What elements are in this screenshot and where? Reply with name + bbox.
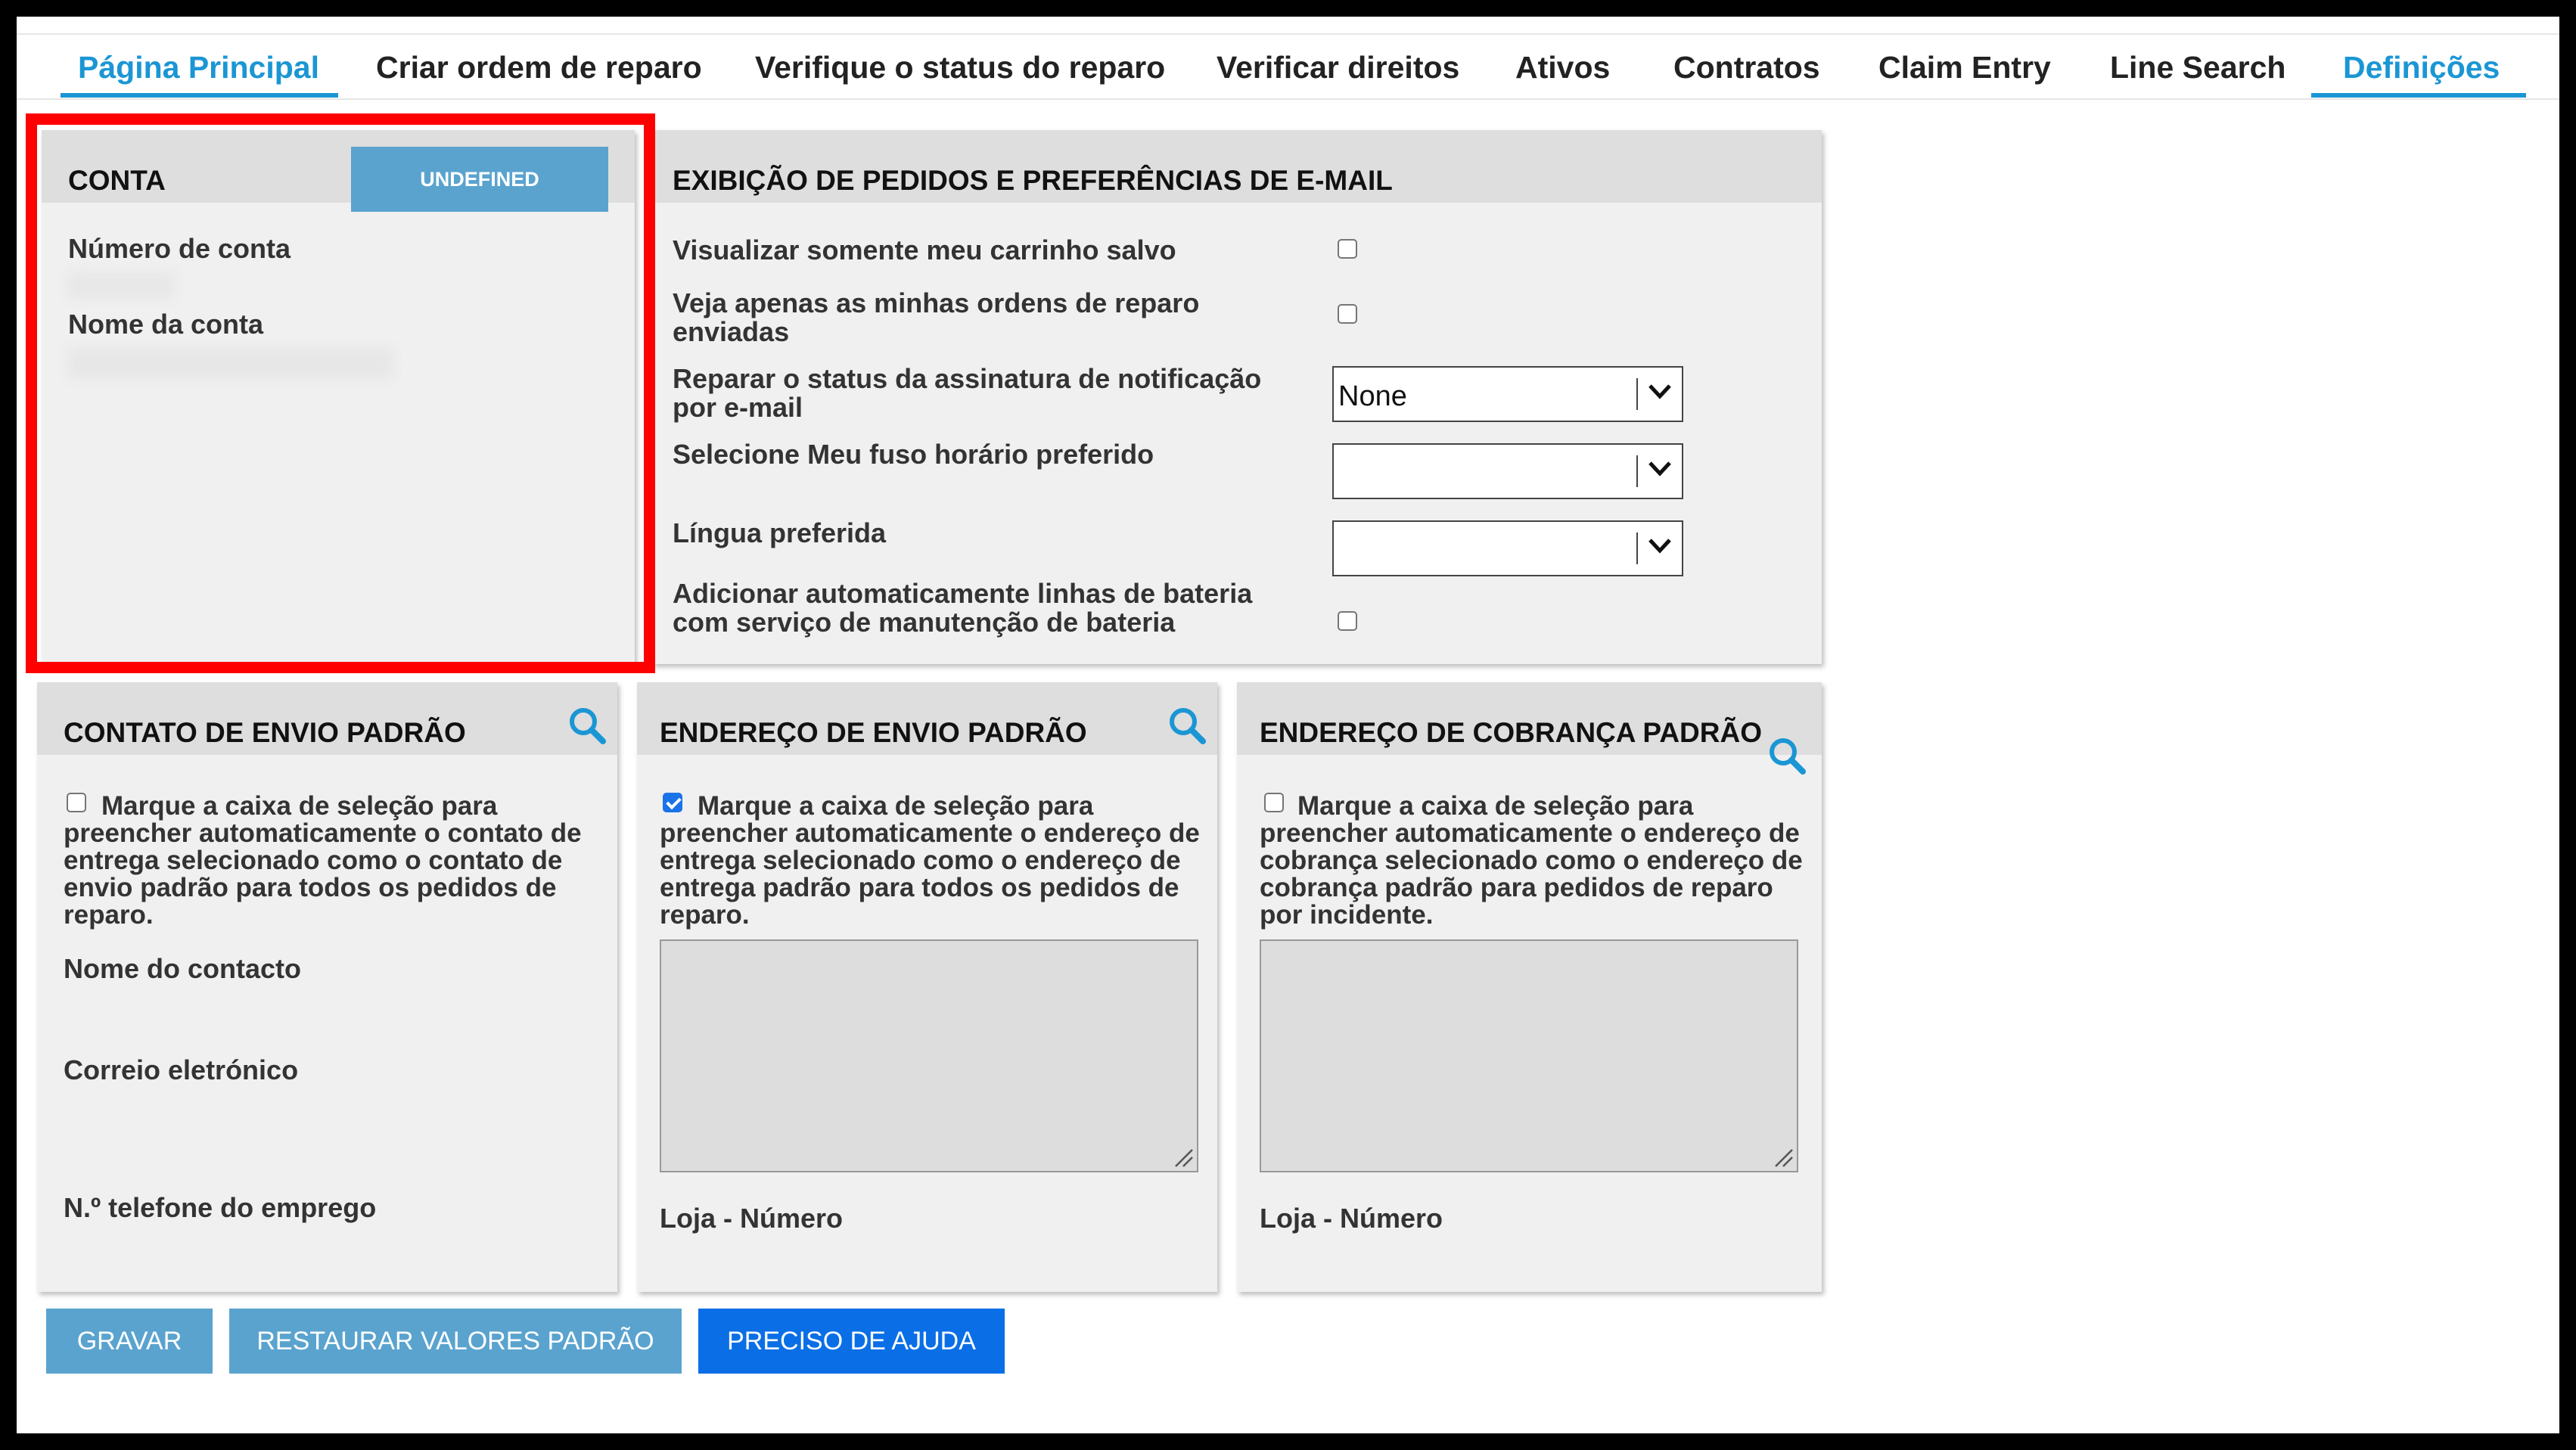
battery-lines-label: Adicionar automaticamente linhas de bate… — [673, 578, 1253, 638]
tab-verificar-direitos[interactable]: Verificar direitos — [1217, 50, 1459, 85]
save-button[interactable]: GRAVAR — [46, 1309, 213, 1374]
email-status-label: Reparar o status da assinatura de notifi… — [673, 363, 1262, 423]
tab-claim-entry[interactable]: Claim Entry — [1878, 50, 2051, 85]
tab-criar-ordem-de-reparo[interactable]: Criar ordem de reparo — [376, 50, 702, 85]
account-name-label: Nome da conta — [68, 309, 264, 340]
saved-cart-label: Visualizar somente meu carrinho salvo — [673, 234, 1176, 265]
contact-email-label: Correio eletrónico — [64, 1054, 299, 1085]
need-help-button[interactable]: PRECISO DE AJUDA — [698, 1309, 1005, 1374]
timezone-label: Selecione Meu fuso horário preferido — [673, 439, 1154, 470]
saved-cart-checkbox[interactable] — [1338, 239, 1357, 259]
tab-pagina-principal[interactable]: Página Principal — [78, 50, 319, 85]
shipping-contact-checkbox-text: Marque a caixa de seleção para preencher… — [64, 791, 582, 930]
my-orders-checkbox[interactable] — [1338, 304, 1357, 324]
select-separator — [1636, 378, 1638, 410]
account-panel-title: CONTA — [68, 165, 166, 196]
shipping-address-panel: ENDEREÇO DE ENVIO PADRÃO Marque a caixa … — [637, 682, 1217, 1292]
billing-store-number-label: Loja - Número — [1260, 1203, 1443, 1234]
top-navigation: Página Principal Criar ordem de reparo V… — [17, 17, 2559, 100]
billing-address-textarea[interactable] — [1260, 939, 1798, 1172]
tab-active-underline-home — [61, 93, 338, 98]
nav-top-divider — [17, 33, 2559, 35]
contact-name-label: Nome do contacto — [64, 953, 302, 984]
chevron-down-icon — [1648, 384, 1671, 399]
language-label: Língua preferida — [673, 517, 887, 548]
select-separator — [1636, 455, 1638, 487]
chevron-down-icon — [1648, 461, 1671, 477]
resize-grip-icon[interactable] — [1771, 1145, 1794, 1168]
nav-bottom-divider — [17, 98, 2559, 100]
billing-address-panel-title: ENDEREÇO DE COBRANÇA PADRÃO — [1260, 717, 1762, 748]
app-frame: Página Principal Criar ordem de reparo V… — [17, 17, 2559, 1433]
account-name-value-redacted — [68, 348, 393, 378]
shipping-contact-panel: CONTATO DE ENVIO PADRÃO Marque a caixa d… — [37, 682, 617, 1292]
billing-address-checkbox-text: Marque a caixa de seleção para preencher… — [1260, 791, 1803, 930]
contact-phone-label: N.º telefone do emprego — [64, 1192, 377, 1223]
preferences-panel-title: EXIBIÇÃO DE PEDIDOS E PREFERÊNCIAS DE E-… — [673, 165, 1393, 196]
restore-defaults-button[interactable]: RESTAURAR VALORES PADRÃO — [229, 1309, 682, 1374]
tab-line-search[interactable]: Line Search — [2110, 50, 2285, 85]
search-icon[interactable] — [1767, 735, 1807, 776]
tab-active-underline-settings — [2311, 93, 2526, 98]
shipping-address-checkbox-text: Marque a caixa de seleção para preencher… — [660, 791, 1200, 930]
billing-address-panel: ENDEREÇO DE COBRANÇA PADRÃO Marque a cai… — [1237, 682, 1822, 1292]
tab-definicoes[interactable]: Definições — [2343, 50, 2500, 85]
battery-lines-checkbox[interactable] — [1338, 611, 1357, 631]
tab-ativos[interactable]: Ativos — [1515, 50, 1610, 85]
email-status-select[interactable]: None — [1332, 366, 1683, 422]
email-status-select-value: None — [1338, 380, 1407, 412]
shipping-store-number-label: Loja - Número — [660, 1203, 844, 1234]
account-undefined-button[interactable]: UNDEFINED — [351, 147, 608, 212]
preferences-panel: EXIBIÇÃO DE PEDIDOS E PREFERÊNCIAS DE E-… — [652, 130, 1822, 664]
timezone-select[interactable] — [1332, 443, 1683, 499]
search-icon[interactable] — [567, 705, 607, 746]
resize-grip-icon[interactable] — [1171, 1145, 1194, 1168]
tab-verifique-status-reparo[interactable]: Verifique o status do reparo — [755, 50, 1165, 85]
account-panel: CONTA UNDEFINED Número de conta Nome da … — [42, 130, 635, 664]
shipping-address-panel-title: ENDEREÇO DE ENVIO PADRÃO — [660, 717, 1087, 748]
chevron-down-icon — [1648, 539, 1671, 554]
language-select[interactable] — [1332, 520, 1683, 576]
account-number-label: Número de conta — [68, 233, 291, 264]
account-number-value-redacted — [68, 272, 174, 298]
shipping-address-textarea[interactable] — [660, 939, 1198, 1172]
shipping-contact-panel-title: CONTATO DE ENVIO PADRÃO — [64, 717, 466, 748]
my-orders-label: Veja apenas as minhas ordens de reparo e… — [673, 287, 1200, 347]
tab-contratos[interactable]: Contratos — [1673, 50, 1820, 85]
select-separator — [1636, 532, 1638, 564]
search-icon[interactable] — [1167, 705, 1207, 746]
